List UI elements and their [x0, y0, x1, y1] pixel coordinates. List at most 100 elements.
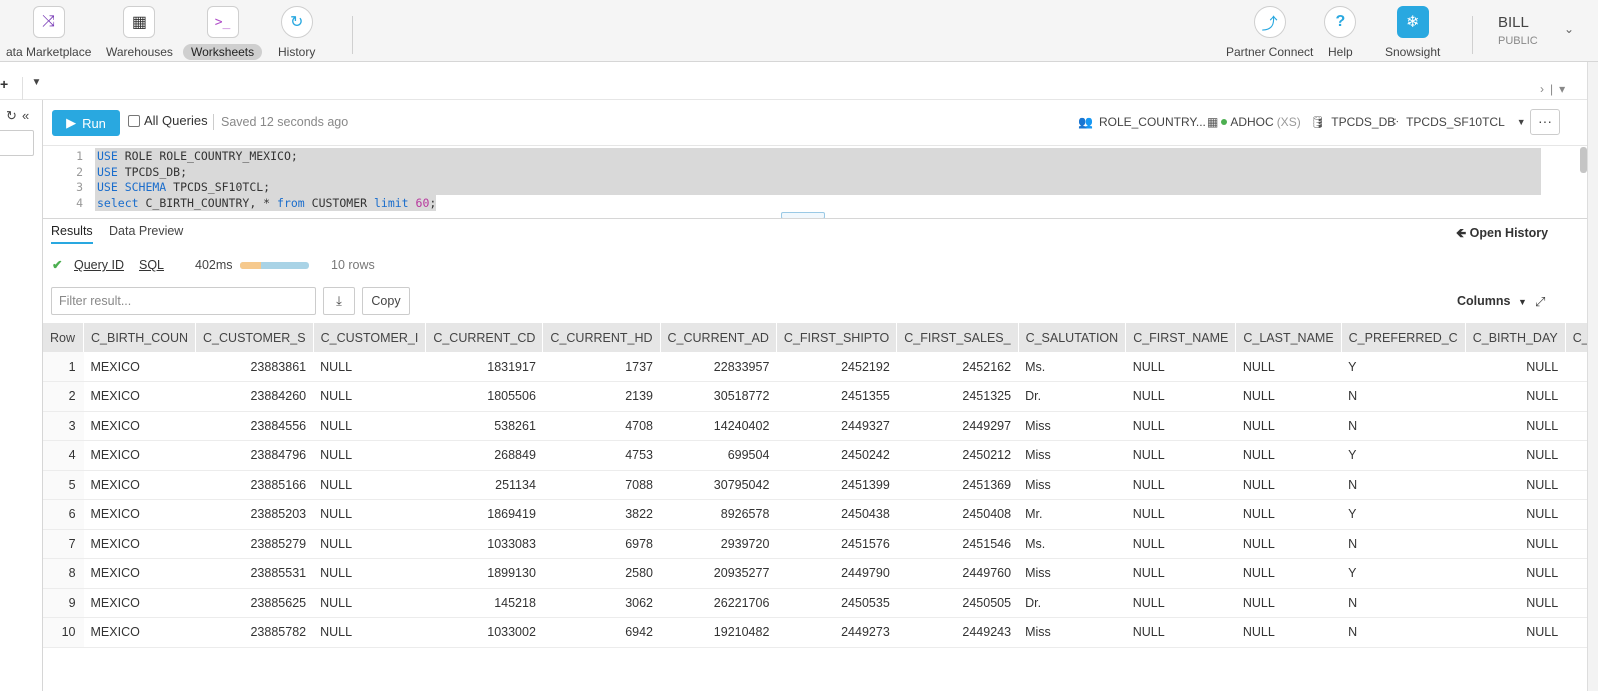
table-cell[interactable]: Miss	[1018, 470, 1126, 500]
nav-item-history[interactable]: ↻ History	[270, 6, 323, 60]
table-row[interactable]: 9 MEXICO 23885625 NULL 145218 3062 26221706 245…	[43, 588, 1587, 618]
table-cell[interactable]: 19210482	[660, 617, 777, 648]
table-row[interactable]: 3 MEXICO 23884556 NULL 538261 4708 14240402 244…	[43, 411, 1587, 441]
user-menu[interactable]: BILL PUBLIC	[1498, 14, 1538, 47]
table-cell[interactable]: NULL	[313, 470, 426, 500]
table-cell[interactable]: NULL	[1125, 499, 1236, 530]
table-cell[interactable]: 20935277	[660, 558, 777, 589]
table-cell[interactable]: 2451399	[776, 470, 897, 500]
table-cell[interactable]: 2451576	[776, 529, 897, 559]
table-cell[interactable]: 22833957	[660, 352, 777, 382]
table-cell[interactable]: NULL	[1465, 381, 1566, 412]
table-cell[interactable]: 7088	[542, 470, 661, 500]
table-cell[interactable]: NULL	[1235, 440, 1342, 471]
columns-button[interactable]: Columns ▼	[1457, 294, 1527, 308]
tab-scroll-icons[interactable]: ›|▾	[1540, 82, 1571, 96]
table-cell[interactable]: NULL	[1235, 352, 1342, 382]
table-cell[interactable]: NULL	[313, 588, 426, 618]
table-row[interactable]: 4 MEXICO 23884796 NULL 268849 4753 699504 24502…	[43, 440, 1587, 471]
tab-results[interactable]: Results	[51, 224, 93, 244]
table-cell[interactable]: Ms.	[1018, 529, 1126, 559]
table-cell[interactable]: 3822	[542, 499, 661, 530]
table-cell[interactable]: NULL	[1465, 470, 1566, 500]
table-cell[interactable]: MEXICO	[83, 440, 196, 471]
table-cell[interactable]: 699504	[660, 440, 777, 471]
sql-editor[interactable]: 1 USE ROLE ROLE_COUNTRY_MEXICO; 2 USE TPCDS…	[43, 147, 1587, 219]
table-cell[interactable]: NULL	[1125, 558, 1236, 589]
table-cell[interactable]: Dr.	[1018, 381, 1126, 412]
table-cell[interactable]: N	[1341, 529, 1466, 559]
table-cell[interactable]: 2449243	[896, 617, 1019, 648]
column-header[interactable]: C_BIRTH_COUN	[83, 323, 197, 352]
table-cell[interactable]: 23885625	[195, 588, 314, 618]
column-header[interactable]: C_PREFERRED_C	[1341, 323, 1466, 352]
table-cell[interactable]: 2450408	[896, 499, 1019, 530]
run-button[interactable]: ▶ Run	[52, 110, 120, 136]
table-cell[interactable]: 2451355	[776, 381, 897, 412]
table-cell[interactable]: Y	[1341, 499, 1466, 530]
table-cell[interactable]: NULL	[313, 558, 426, 589]
table-cell[interactable]: 2451369	[896, 470, 1019, 500]
code-line[interactable]: 3 USE SCHEMA TPCDS_SF10TCL;	[43, 179, 1543, 195]
table-cell[interactable]: Miss	[1018, 558, 1126, 589]
table-cell[interactable]: 23885279	[195, 529, 314, 559]
object-search-input[interactable]	[0, 130, 34, 156]
nav-item-snowsight[interactable]: ❄ Snowsight	[1377, 6, 1448, 60]
row-number-cell[interactable]: 10	[43, 617, 84, 648]
table-cell[interactable]: 23885531	[195, 558, 314, 589]
table-cell[interactable]: NULL	[1235, 499, 1342, 530]
table-cell[interactable]: NULL	[1125, 381, 1236, 412]
table-cell[interactable]: N	[1341, 588, 1466, 618]
table-cell[interactable]: NULL	[1235, 529, 1342, 559]
table-cell[interactable]: NULL	[313, 499, 426, 530]
table-cell[interactable]: 2449790	[776, 558, 897, 589]
table-cell[interactable]: Miss	[1018, 411, 1126, 441]
table-cell[interactable]: 2451546	[896, 529, 1019, 559]
table-cell[interactable]: 2450505	[896, 588, 1019, 618]
table-cell[interactable]: Mr.	[1018, 499, 1126, 530]
column-header[interactable]: C_SALUTATION	[1018, 323, 1127, 352]
table-cell[interactable]: 2450438	[776, 499, 897, 530]
table-cell[interactable]: NULL	[1465, 588, 1566, 618]
schema-selector[interactable]: ⁘ TPCDS_SF10TCL ▼	[1390, 115, 1526, 129]
table-cell[interactable]: 8926578	[660, 499, 777, 530]
table-cell[interactable]: NULL	[313, 529, 426, 559]
table-cell[interactable]: 2449297	[896, 411, 1019, 441]
copy-button[interactable]: Copy	[362, 287, 410, 315]
table-cell[interactable]: 2450212	[896, 440, 1019, 471]
nav-item-warehouses[interactable]: ▦ Warehouses	[98, 6, 181, 60]
table-cell[interactable]: MEXICO	[83, 381, 196, 412]
table-cell[interactable]: 8	[1565, 558, 1587, 589]
table-cell[interactable]: N	[1341, 617, 1466, 648]
table-cell[interactable]: MEXICO	[83, 529, 196, 559]
column-header[interactable]: C_CUSTOMER_I	[313, 323, 427, 352]
table-cell[interactable]: NULL	[313, 381, 426, 412]
table-cell[interactable]: 1831917	[425, 352, 543, 382]
table-cell[interactable]: 4	[1565, 499, 1587, 530]
table-cell[interactable]: 1737	[542, 352, 661, 382]
table-cell[interactable]: 8	[1565, 411, 1587, 441]
table-cell[interactable]: NULL	[1465, 499, 1566, 530]
code-line[interactable]: 2 USE TPCDS_DB;	[43, 163, 1543, 180]
add-worksheet-icon[interactable]: +	[0, 76, 8, 92]
table-cell[interactable]: MEXICO	[83, 588, 196, 618]
row-number-cell[interactable]: 2	[43, 381, 84, 412]
warehouse-selector[interactable]: ▦ ADHOC (XS)	[1207, 115, 1301, 129]
row-number-cell[interactable]: 7	[43, 529, 84, 559]
column-header[interactable]: C_CURRENT_CD	[425, 323, 544, 352]
row-number-cell[interactable]: 4	[43, 440, 84, 471]
table-cell[interactable]: N	[1341, 470, 1466, 500]
table-cell[interactable]: 2449327	[776, 411, 897, 441]
sql-link[interactable]: SQL	[139, 258, 164, 272]
table-cell[interactable]: 3	[1565, 440, 1587, 471]
table-cell[interactable]: NULL	[1235, 381, 1342, 412]
database-selector[interactable]: 🛢 TPCDS_DB	[1310, 115, 1395, 129]
row-number-cell[interactable]: 5	[43, 470, 84, 500]
query-id-link[interactable]: Query ID	[74, 258, 124, 272]
table-cell[interactable]: MEXICO	[83, 499, 196, 530]
table-cell[interactable]: MEXICO	[83, 617, 196, 648]
page-scrollbar[interactable]	[1587, 62, 1598, 691]
table-cell[interactable]: 23883861	[195, 352, 314, 382]
column-header[interactable]: C_CURRENT_AD	[660, 323, 777, 352]
column-header[interactable]: C_CURRENT_HD	[542, 323, 661, 352]
